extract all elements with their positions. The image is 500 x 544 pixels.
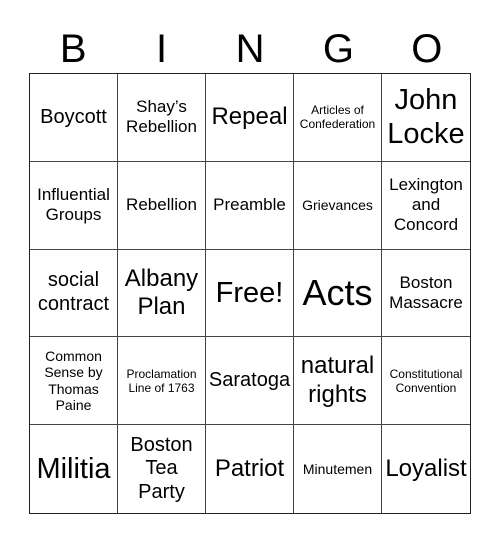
- bingo-cell[interactable]: John Locke: [382, 74, 470, 162]
- header-letter-n: N: [235, 27, 265, 71]
- header-letter-o: O: [411, 27, 443, 71]
- bingo-cell[interactable]: Preamble: [206, 161, 294, 250]
- bingo-cell[interactable]: Acts: [294, 249, 382, 338]
- bingo-cell[interactable]: Shay’s Rebellion: [118, 74, 206, 162]
- bingo-cell[interactable]: Saratoga: [206, 337, 294, 426]
- bingo-header: B I N G O: [29, 26, 471, 72]
- bingo-cell[interactable]: Rebellion: [118, 161, 206, 250]
- bingo-cell[interactable]: Articles of Confederation: [294, 74, 382, 162]
- bingo-cell[interactable]: Repeal: [206, 74, 294, 162]
- bingo-cell[interactable]: Boston Massacre: [382, 250, 470, 338]
- free-space-cell[interactable]: Free!: [206, 249, 294, 338]
- bingo-cell[interactable]: Influential Groups: [30, 161, 118, 250]
- bingo-cell[interactable]: natural rights: [294, 337, 382, 426]
- bingo-cell[interactable]: Constitutional Convention: [382, 337, 470, 426]
- bingo-cell[interactable]: Loyalist: [382, 425, 470, 513]
- header-letter-g: G: [322, 27, 354, 71]
- bingo-cell[interactable]: Lexington and Concord: [382, 162, 470, 250]
- bingo-cell[interactable]: Grievances: [294, 161, 382, 250]
- bingo-cell[interactable]: Minutemen: [294, 425, 382, 513]
- bingo-cell[interactable]: social contract: [30, 249, 118, 338]
- bingo-cell[interactable]: Boston Tea Party: [118, 425, 206, 513]
- bingo-cell[interactable]: Common Sense by Thomas Paine: [30, 337, 118, 426]
- header-letter-i: I: [156, 27, 168, 71]
- header-letter-b: B: [59, 27, 87, 71]
- bingo-cell[interactable]: Proclamation Line of 1763: [118, 337, 206, 426]
- bingo-cell[interactable]: Patriot: [206, 425, 294, 513]
- bingo-cell[interactable]: Albany Plan: [118, 249, 206, 338]
- bingo-cell[interactable]: Militia: [30, 425, 118, 513]
- bingo-cell[interactable]: Boycott: [30, 74, 118, 162]
- bingo-card-grid: Boycott Shay’s Rebellion Repeal Articles…: [29, 73, 471, 514]
